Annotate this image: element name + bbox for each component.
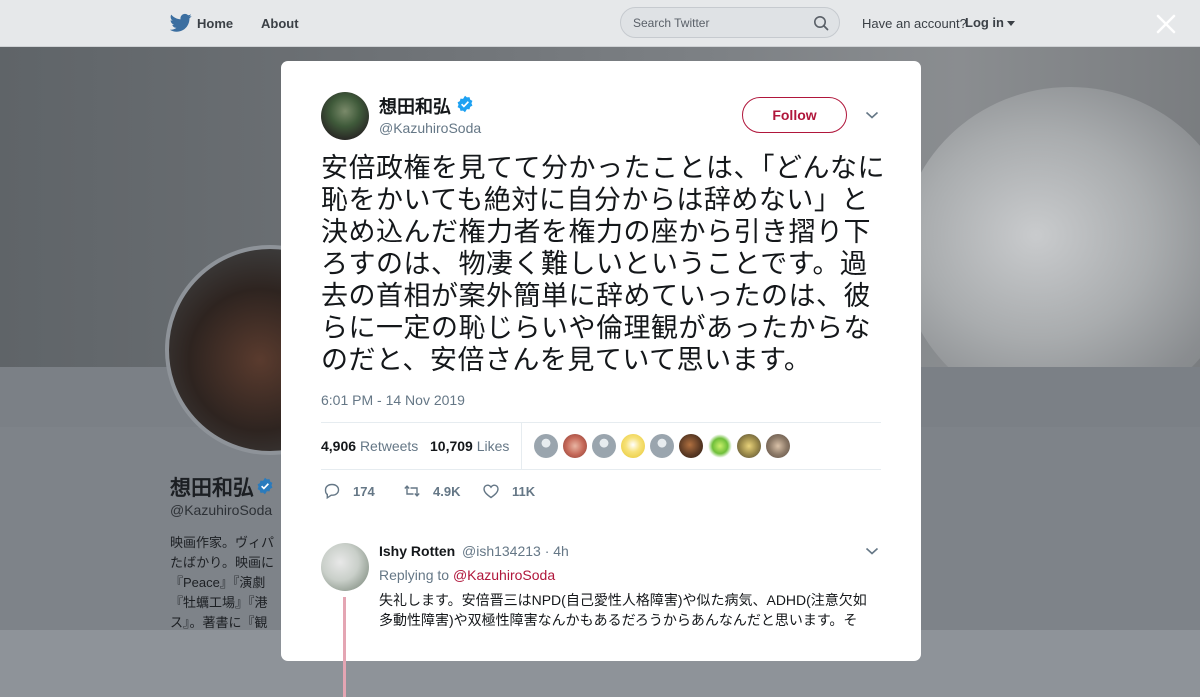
liker-avatar[interactable]: [563, 434, 587, 458]
liker-avatar[interactable]: [737, 434, 761, 458]
author-avatar[interactable]: [321, 92, 369, 140]
twitter-bird-icon[interactable]: [170, 13, 192, 33]
reply-text: 失礼します。安倍晋三はNPD(自己愛性人格障害)や似た病気、ADHD(注意欠如多…: [379, 592, 867, 628]
heart-icon: [483, 484, 499, 499]
liker-avatar[interactable]: [534, 434, 558, 458]
like-count: 11K: [512, 484, 536, 499]
caret-down-icon[interactable]: [1007, 21, 1015, 26]
liker-avatar[interactable]: [650, 434, 674, 458]
liker-avatar[interactable]: [592, 434, 616, 458]
tweet-stats: 4,906 Retweets 10,709 Likes: [321, 423, 881, 470]
reply-thread-line: [343, 597, 346, 697]
retweets-stat[interactable]: 4,906 Retweets: [321, 438, 418, 454]
top-navigation: Home About Have an account? Log in: [0, 0, 1200, 47]
likes-stat[interactable]: 10,709 Likes: [430, 438, 509, 454]
likes-label: Likes: [476, 438, 510, 454]
tweet-timestamp[interactable]: 6:01 PM - 14 Nov 2019: [321, 392, 465, 408]
likes-count: 10,709: [430, 438, 473, 454]
retweet-count: 4.9K: [433, 484, 461, 499]
reply-author-name[interactable]: Ishy Rotten: [379, 543, 455, 559]
reply-author-meta[interactable]: @ish134213 · 4h: [462, 543, 569, 559]
chevron-down-icon[interactable]: [864, 543, 880, 559]
follow-button[interactable]: Follow: [742, 97, 847, 133]
verified-icon: [257, 477, 273, 495]
stats-separator: [521, 423, 522, 470]
liker-avatar[interactable]: [679, 434, 703, 458]
profile-name: 想田和弘: [170, 477, 254, 500]
reply-avatar[interactable]: [321, 543, 369, 591]
liker-avatar[interactable]: [621, 434, 645, 458]
reply-icon: [324, 483, 340, 500]
replying-prefix: Replying to: [379, 567, 450, 583]
tweet-actions: 174 4.9K 11K: [321, 471, 881, 511]
reply-tweet[interactable]: Ishy Rotten @ish134213 · 4h Replying to …: [321, 533, 881, 697]
search-box[interactable]: [620, 7, 840, 38]
search-icon[interactable]: [813, 15, 829, 31]
retweets-label: Retweets: [359, 438, 419, 454]
author-handle[interactable]: @KazuhiroSoda: [379, 120, 481, 136]
replying-to-link[interactable]: @KazuhiroSoda: [453, 567, 555, 583]
profile-bio: 映画作家。ヴィパ たばかり。映画に 『Peace』『演劇 『牡蠣工場』『港 ス』…: [170, 535, 275, 630]
retweet-icon: [404, 485, 420, 497]
have-account-text: Have an account?: [862, 16, 967, 31]
close-icon[interactable]: [1152, 10, 1180, 38]
liker-avatar[interactable]: [708, 434, 732, 458]
liker-avatar[interactable]: [766, 434, 790, 458]
tweet-modal: 想田和弘 @KazuhiroSoda Follow 安倍政権を見てて分かったこと…: [281, 61, 921, 697]
profile-handle: @KazuhiroSoda: [170, 502, 273, 518]
nav-home-link[interactable]: Home: [197, 16, 233, 31]
nav-about-link[interactable]: About: [261, 16, 299, 31]
divider: [321, 469, 881, 470]
login-link[interactable]: Log in: [965, 15, 1004, 30]
search-input[interactable]: [633, 16, 803, 30]
chevron-down-icon[interactable]: [864, 107, 880, 123]
author-name[interactable]: 想田和弘: [379, 93, 451, 119]
replying-to: Replying to @KazuhiroSoda: [379, 567, 555, 583]
tweet-text: 安倍政権を見てて分かったことは、「どんなに恥をかいても絶対に自分からは辞めない」…: [321, 153, 885, 375]
retweets-count: 4,906: [321, 438, 357, 454]
verified-icon: [457, 95, 473, 113]
reply-count: 174: [353, 484, 375, 499]
